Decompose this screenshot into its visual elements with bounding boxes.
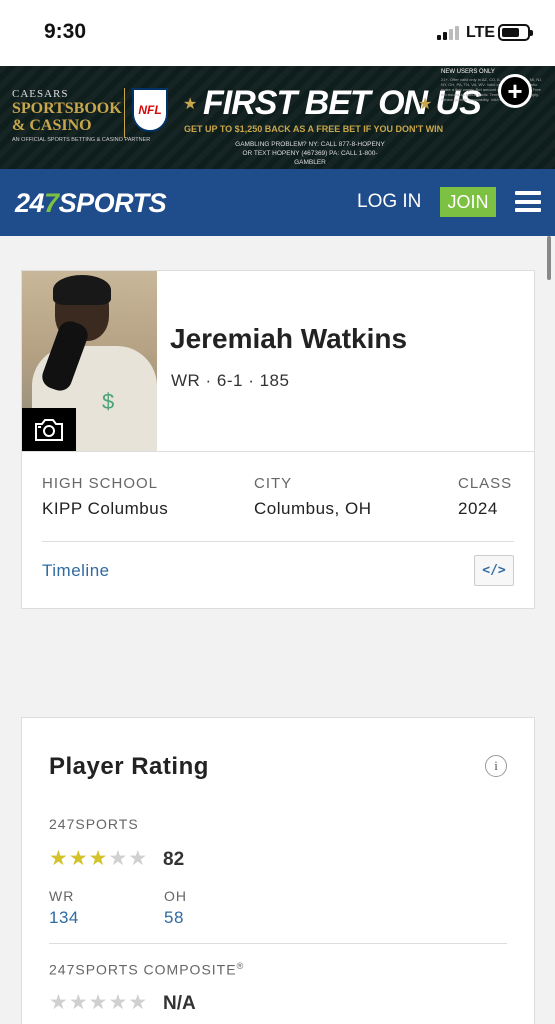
star-empty-icon: ★	[108, 991, 128, 1014]
camera-icon[interactable]	[22, 408, 76, 451]
logo-part-24: 24	[15, 188, 45, 218]
status-bar: 9:30 LTE	[0, 0, 555, 66]
battery-icon	[498, 24, 533, 41]
star-empty-icon: ★	[68, 991, 88, 1014]
star-empty-icon: ★	[128, 991, 148, 1014]
player-profile-card: $ Jeremiah Watkins WR · 6-1 · 185 HIGH S…	[21, 270, 535, 609]
advertisement-banner[interactable]: CAESARS SPORTSBOOK & CASINO AN OFFICIAL …	[0, 66, 555, 169]
timeline-link[interactable]: Timeline	[42, 561, 110, 581]
star-empty-icon: ★	[128, 847, 148, 870]
high-school-value[interactable]: KIPP Columbus	[42, 499, 168, 519]
247sports-logo[interactable]: 247SPORTS	[15, 188, 167, 219]
position-rank-value[interactable]: 134	[49, 908, 79, 928]
nfl-logo-text: NFL	[138, 103, 162, 117]
class-label: CLASS	[458, 475, 513, 492]
divider	[49, 943, 507, 944]
ad-gambling-notice: GAMBLING PROBLEM? NY: CALL 877-8-HOPENY …	[230, 140, 390, 167]
player-rating-card: Player Rating i 247SPORTS ★ ★ ★ ★ ★ 82 WR 13…	[21, 717, 535, 1024]
player-name: Jeremiah Watkins	[170, 323, 408, 354]
star-filled-icon: ★	[49, 847, 68, 870]
ad-fineprint-title: NEW USERS ONLY	[441, 69, 495, 75]
247sports-rating-label: 247SPORTS	[49, 816, 139, 832]
position-rank-label: WR	[49, 888, 75, 904]
high-school-label: HIGH SCHOOL	[42, 475, 159, 492]
composite-rating-score: N/A	[163, 993, 196, 1014]
class-value: 2024	[458, 499, 498, 518]
ad-divider	[124, 88, 125, 138]
composite-rating-label: 247SPORTS COMPOSITE®	[49, 961, 244, 978]
nfl-logo-icon: NFL	[132, 88, 168, 132]
player-rating-title: Player Rating	[49, 753, 209, 780]
registered-mark: ®	[236, 961, 245, 971]
star-empty-icon: ★	[88, 991, 108, 1014]
city-value: Columbus, OH	[254, 499, 372, 518]
page-scrollbar[interactable]	[547, 236, 551, 280]
logo-part-sports: SPORTS	[58, 188, 167, 218]
star-empty-icon: ★	[49, 991, 68, 1014]
247sports-star-rating: ★ ★ ★ ★ ★	[49, 848, 147, 869]
divider	[22, 451, 534, 452]
network-type: LTE	[466, 24, 496, 41]
ad-gambling-line2: OR TEXT HOPENY (467369) PA: CALL 1-800-G…	[242, 150, 378, 166]
player-photo[interactable]: $	[22, 271, 157, 451]
star-empty-icon: ★	[108, 847, 128, 870]
star-filled-icon: ★	[88, 847, 108, 870]
star-icon: ★	[418, 96, 433, 113]
city-label: CITY	[254, 475, 293, 492]
divider	[42, 541, 514, 542]
composite-star-rating: ★ ★ ★ ★ ★	[49, 992, 147, 1013]
plus-circle-icon[interactable]: +	[498, 74, 532, 108]
ad-headline: FIRST BET ON US	[203, 84, 482, 122]
ad-gambling-line1: GAMBLING PROBLEM? NY: CALL 877-8-HOPENY	[235, 141, 385, 148]
signal-strength-icon	[437, 26, 459, 40]
info-icon[interactable]: i	[485, 755, 507, 777]
state-rank-value[interactable]: 58	[164, 908, 184, 928]
star-filled-icon: ★	[68, 847, 88, 870]
join-button[interactable]: JOIN	[440, 187, 496, 217]
code-embed-icon[interactable]: </>	[474, 555, 514, 586]
state-rank-label: OH	[164, 888, 187, 904]
logo-part-7: 7	[44, 188, 59, 218]
status-time: 9:30	[44, 20, 87, 43]
ad-brand-tagline: AN OFFICIAL SPORTS BETTING & CASINO PART…	[12, 137, 151, 143]
login-button[interactable]: LOG IN	[357, 191, 421, 213]
site-header: 247SPORTS LOG IN JOIN	[0, 169, 555, 236]
composite-rating-text: 247SPORTS COMPOSITE	[49, 961, 237, 978]
player-position-height-weight: WR · 6-1 · 185	[171, 371, 290, 390]
ad-subline: GET UP TO $1,250 BACK AS A FREE BET IF Y…	[184, 124, 444, 134]
hamburger-menu-icon[interactable]	[515, 191, 541, 212]
247sports-rating-score: 82	[163, 849, 185, 870]
star-icon: ★	[183, 96, 198, 113]
